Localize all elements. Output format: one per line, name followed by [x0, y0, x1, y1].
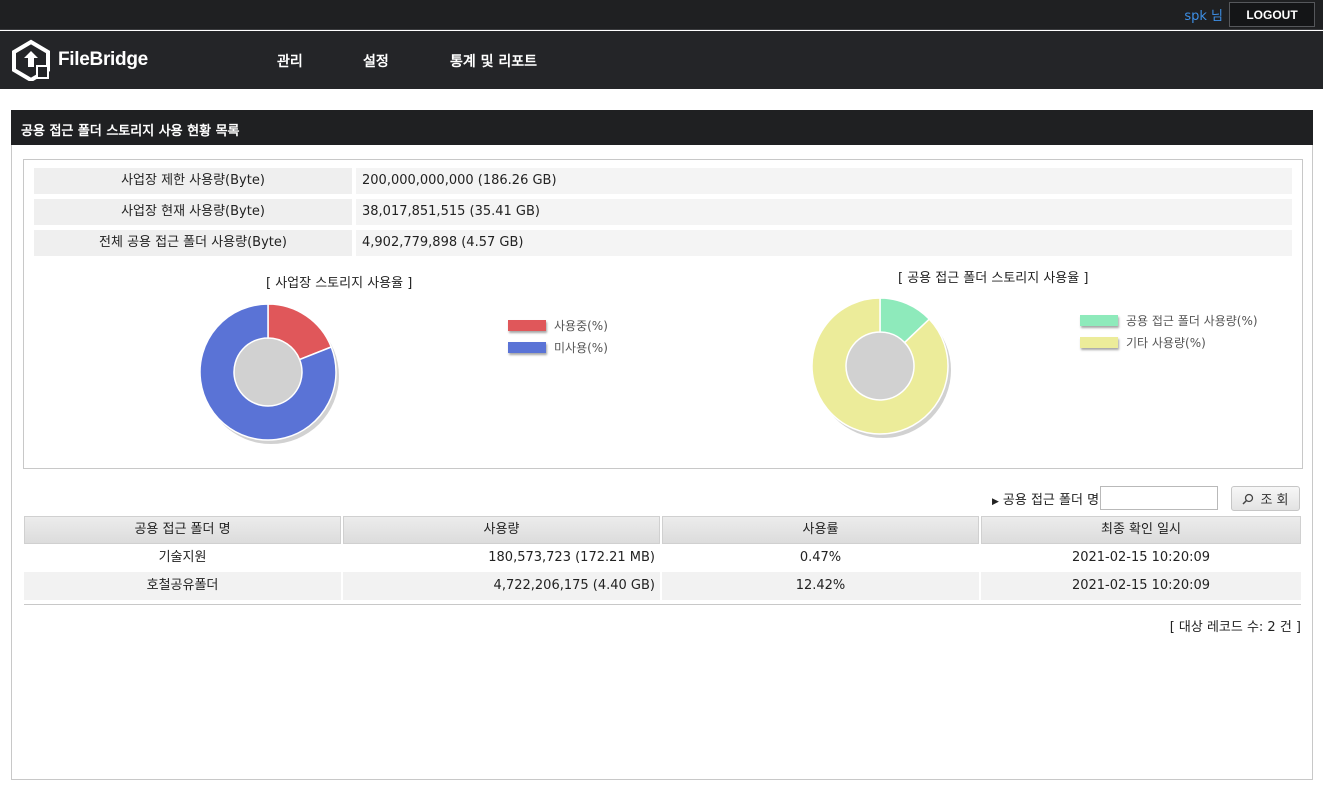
top-utility-bar: spk 님 LOGOUT — [0, 0, 1323, 30]
legend-label: 사용중(%) — [554, 318, 608, 333]
usage-cell: 4,722,206,175 (4.40 GB) — [343, 572, 660, 600]
nav-item-settings[interactable]: 설정 — [363, 51, 389, 71]
legend-swatch — [508, 319, 546, 331]
column-header[interactable]: 사용률 — [662, 516, 979, 544]
search-label-text: 공용 접근 폴더 명 — [1002, 493, 1100, 508]
table-header-row: 공용 접근 폴더 명 사용량 사용률 최종 확인 일시 — [24, 516, 1301, 544]
summary-label: 사업장 제한 사용량(Byte) — [34, 168, 352, 194]
legend-label: 기타 사용량(%) — [1126, 335, 1206, 350]
user-name[interactable]: spk 님 — [1184, 5, 1223, 24]
summary-label: 사업장 현재 사용량(Byte) — [34, 199, 352, 225]
summary-row: 사업장 제한 사용량(Byte) 200,000,000,000 (186.26… — [34, 168, 1292, 194]
storage-usage-panel: 공용 접근 폴더 스토리지 사용 현황 목록 사업장 제한 사용량(Byte) … — [11, 110, 1313, 780]
legend-label: 미사용(%) — [554, 340, 608, 355]
logo[interactable]: FileBridge — [10, 39, 148, 81]
folder-name-cell: 호철공유폴더 — [24, 572, 341, 600]
column-header[interactable]: 사용량 — [343, 516, 660, 544]
legend-item: 공용 접근 폴더 사용량(%) — [1080, 309, 1258, 331]
folder-name-search-input[interactable] — [1100, 486, 1218, 510]
summary-row: 전체 공용 접근 폴더 사용량(Byte) 4,902,779,898 (4.5… — [34, 230, 1292, 256]
business-storage-chart-title: [ 사업장 스토리지 사용율 ] — [266, 276, 413, 291]
legend-item: 미사용(%) — [508, 336, 608, 358]
legend-swatch — [1080, 314, 1118, 326]
legend-label: 공용 접근 폴더 사용량(%) — [1126, 313, 1258, 328]
summary-value: 38,017,851,515 (35.41 GB) — [356, 199, 1292, 225]
main-nav: FileBridge 관리 설정 통계 및 리포트 — [0, 31, 1323, 89]
record-count: [ 대상 레코드 수: 2 건 ] — [1169, 620, 1301, 635]
summary-value: 4,902,779,898 (4.57 GB) — [356, 230, 1292, 256]
legend-item: 기타 사용량(%) — [1080, 331, 1258, 353]
usage-rate-cell: 12.42% — [662, 572, 979, 600]
search-label: ▶ 공용 접근 폴더 명 — [992, 489, 1099, 508]
last-checked-cell: 2021-02-15 10:20:09 — [1071, 550, 1211, 565]
nav-item-stats-report[interactable]: 통계 및 리포트 — [450, 51, 537, 71]
table-row[interactable]: 기술지원 180,573,723 (172.21 MB) 0.47% 2021-… — [24, 544, 1301, 572]
logout-button[interactable]: LOGOUT — [1229, 2, 1315, 27]
caret-right-icon: ▶ — [992, 497, 999, 507]
shared-folder-legend: 공용 접근 폴더 사용량(%) 기타 사용량(%) — [1080, 309, 1258, 353]
search-button-label: 조 회 — [1260, 493, 1289, 508]
column-header[interactable]: 최종 확인 일시 — [981, 516, 1301, 544]
summary-label: 전체 공용 접근 폴더 사용량(Byte) — [34, 230, 352, 256]
table-divider — [24, 604, 1301, 605]
business-storage-legend: 사용중(%) 미사용(%) — [508, 314, 608, 358]
table-row[interactable]: 호철공유폴더 4,722,206,175 (4.40 GB) 12.42% 20… — [24, 572, 1301, 600]
legend-swatch — [508, 341, 546, 353]
shared-folder-donut-chart — [811, 297, 951, 438]
usage-rate-cell: 0.47% — [799, 550, 842, 565]
last-checked-cell: 2021-02-15 10:20:09 — [981, 572, 1301, 600]
legend-item: 사용중(%) — [508, 314, 608, 336]
folder-name-cell: 기술지원 — [158, 550, 207, 565]
summary-value: 200,000,000,000 (186.26 GB) — [356, 168, 1292, 194]
business-storage-donut-chart — [199, 303, 339, 444]
search-icon — [1242, 493, 1254, 505]
filebridge-logo-icon — [12, 39, 50, 81]
folder-usage-table: 공용 접근 폴더 명 사용량 사용률 최종 확인 일시 기술지원 180,573… — [24, 516, 1301, 600]
legend-swatch — [1080, 336, 1118, 348]
summary-box: 사업장 제한 사용량(Byte) 200,000,000,000 (186.26… — [23, 159, 1303, 469]
search-button[interactable]: 조 회 — [1231, 486, 1300, 511]
shared-folder-chart-title: [ 공용 접근 폴더 스토리지 사용율 ] — [898, 271, 1089, 286]
summary-row: 사업장 현재 사용량(Byte) 38,017,851,515 (35.41 G… — [34, 199, 1292, 225]
brand-name: FileBridge — [58, 49, 148, 70]
nav-item-manage[interactable]: 관리 — [277, 51, 303, 71]
column-header[interactable]: 공용 접근 폴더 명 — [24, 516, 341, 544]
panel-title: 공용 접근 폴더 스토리지 사용 현황 목록 — [11, 110, 1313, 145]
usage-cell: 180,573,723 (172.21 MB) — [488, 550, 655, 565]
